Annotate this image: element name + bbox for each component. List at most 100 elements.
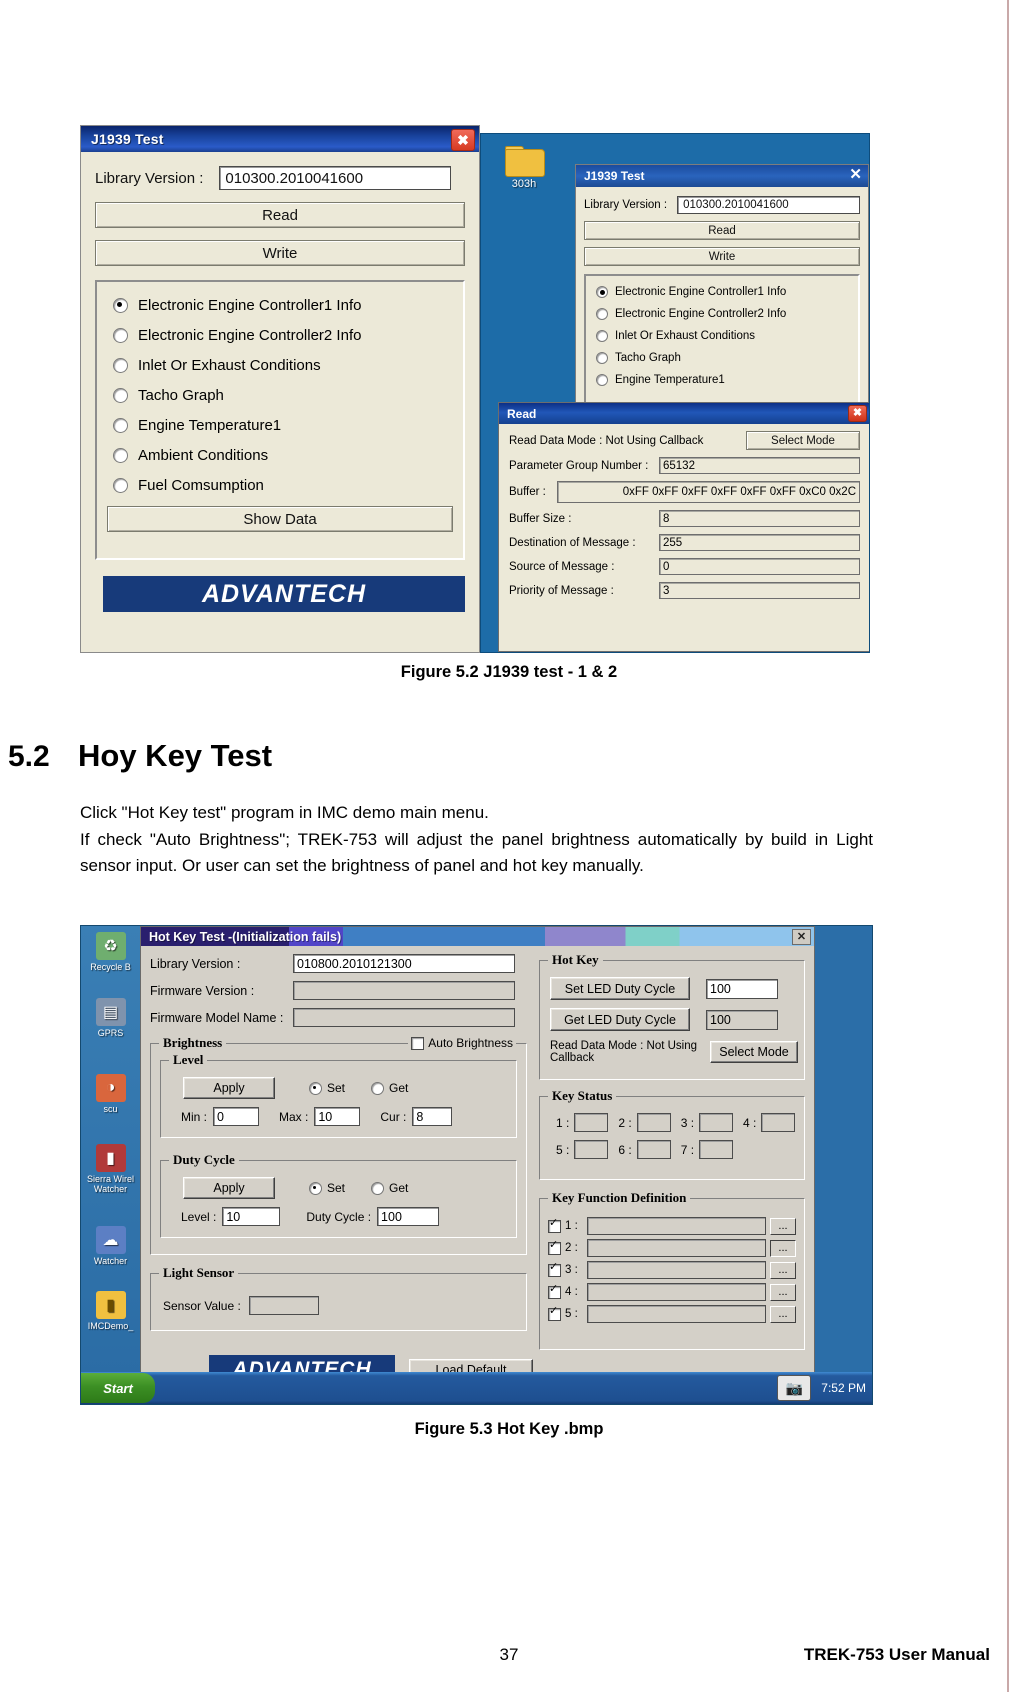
desktop-icon-watcher[interactable]: ☁ Watcher xyxy=(81,1226,140,1266)
key-function-input[interactable] xyxy=(587,1283,766,1301)
firmware-model-input[interactable] xyxy=(293,1008,515,1027)
library-version-input[interactable]: 010800.2010121300 xyxy=(293,954,515,973)
max-input[interactable]: 10 xyxy=(314,1107,361,1126)
option-row[interactable]: Electronic Engine Controller1 Info xyxy=(586,281,858,303)
camera-icon[interactable]: 📷 xyxy=(777,1375,812,1401)
desktop-icon-recycle-bin[interactable]: ♻ Recycle B xyxy=(81,932,140,972)
radio-icon[interactable] xyxy=(596,330,608,342)
option-row[interactable]: Ambient Conditions xyxy=(97,440,463,470)
buffer-input[interactable]: 0xFF 0xFF 0xFF 0xFF 0xFF 0xFF 0xC0 0x2C xyxy=(557,481,860,503)
desktop-icon-scu[interactable]: ◑ scu xyxy=(81,1074,140,1114)
sensor-value-input[interactable] xyxy=(248,1296,319,1315)
cur-input[interactable]: 8 xyxy=(412,1107,453,1126)
level-get-radio[interactable]: Get xyxy=(371,1081,408,1095)
key-function-more-button[interactable]: ... xyxy=(770,1261,796,1279)
level-set-radio[interactable]: Set xyxy=(309,1081,345,1095)
option-row[interactable]: Engine Temperature1 xyxy=(97,410,463,440)
radio-icon[interactable] xyxy=(371,1081,385,1095)
desktop-icon-imcdemo[interactable]: ▮ IMCDemo_ xyxy=(81,1291,140,1331)
read-data-mode-label: Read Data Mode : Not Using Callback xyxy=(550,1040,698,1064)
select-mode-button[interactable]: Select Mode xyxy=(746,431,860,450)
show-data-button[interactable]: Show Data xyxy=(107,506,453,532)
pgn-input[interactable]: 65132 xyxy=(659,457,860,474)
key-function-input[interactable] xyxy=(587,1239,766,1257)
duty-cycle-input[interactable]: 100 xyxy=(377,1207,440,1226)
set-led-duty-cycle-input[interactable]: 100 xyxy=(706,978,778,999)
close-icon[interactable]: ✕ xyxy=(792,929,811,945)
source-input[interactable]: 0 xyxy=(659,558,860,575)
set-led-duty-cycle-button[interactable]: Set LED Duty Cycle xyxy=(550,977,690,1000)
radio-icon[interactable] xyxy=(113,357,128,373)
option-row[interactable]: Fuel Comsumption xyxy=(97,470,463,500)
write-button[interactable]: Write xyxy=(95,240,465,266)
j1939-test-dialog-right: J1939 Test ✕ Library Version : 010300.20… xyxy=(575,164,869,424)
close-icon[interactable]: ✖ xyxy=(848,405,867,422)
level-apply-button[interactable]: Apply xyxy=(183,1077,275,1099)
destination-input[interactable]: 255 xyxy=(659,534,860,551)
radio-icon[interactable] xyxy=(596,374,608,386)
library-version-input[interactable]: 010300.2010041600 xyxy=(677,196,860,214)
checkbox-icon[interactable] xyxy=(548,1262,561,1277)
key-function-more-button[interactable]: ... xyxy=(770,1305,796,1323)
duty-get-radio[interactable]: Get xyxy=(371,1181,408,1195)
library-version-row: Library Version : 010300.2010041600 xyxy=(95,166,465,190)
option-label: Electronic Engine Controller2 Info xyxy=(138,326,362,344)
read-button[interactable]: Read xyxy=(584,221,860,240)
close-icon[interactable]: ✕ xyxy=(849,167,862,182)
icon-label: scu xyxy=(103,1104,118,1114)
desktop-icon-sierra-wireless-watcher[interactable]: ▮ Sierra Wirel Watcher xyxy=(81,1144,140,1194)
checkbox-icon[interactable] xyxy=(548,1284,561,1299)
start-button[interactable]: Start xyxy=(81,1373,155,1403)
checkbox-icon[interactable] xyxy=(548,1240,561,1255)
close-icon[interactable]: ✖ xyxy=(451,129,475,151)
option-row[interactable]: Electronic Engine Controller2 Info xyxy=(586,303,858,325)
radio-icon[interactable] xyxy=(113,327,128,343)
key-function-input[interactable] xyxy=(587,1217,766,1235)
radio-icon[interactable] xyxy=(113,477,128,493)
option-row[interactable]: Inlet Or Exhaust Conditions xyxy=(97,350,463,380)
duty-level-input[interactable]: 10 xyxy=(222,1207,281,1226)
option-row[interactable]: Tacho Graph xyxy=(586,347,858,369)
priority-input[interactable]: 3 xyxy=(659,582,860,599)
library-version-input[interactable]: 010300.2010041600 xyxy=(219,166,452,190)
option-row[interactable]: Electronic Engine Controller1 Info xyxy=(97,290,463,320)
key-function-more-button[interactable]: ... xyxy=(770,1239,796,1257)
get-label: Get xyxy=(389,1181,409,1195)
read-button[interactable]: Read xyxy=(95,202,465,228)
radio-icon[interactable] xyxy=(309,1081,322,1095)
auto-brightness-checkbox[interactable]: Auto Brightness xyxy=(408,1036,516,1050)
icon-label: Sierra Wirel Watcher xyxy=(86,1174,134,1194)
firmware-version-input[interactable] xyxy=(293,981,515,1000)
radio-icon[interactable] xyxy=(113,417,128,433)
write-button[interactable]: Write xyxy=(584,247,860,266)
option-row[interactable]: Engine Temperature1 xyxy=(586,369,858,391)
checkbox-icon[interactable] xyxy=(548,1218,561,1233)
min-input[interactable]: 0 xyxy=(213,1107,260,1126)
desktop-folder-icon-303h[interactable]: 303h xyxy=(491,146,557,190)
option-row[interactable]: Inlet Or Exhaust Conditions xyxy=(586,325,858,347)
desktop-icon-gprs[interactable]: ▤ GPRS xyxy=(81,998,140,1038)
radio-icon[interactable] xyxy=(113,387,128,403)
radio-icon[interactable] xyxy=(596,286,608,298)
radio-icon[interactable] xyxy=(371,1181,385,1195)
key-function-more-button[interactable]: ... xyxy=(770,1283,796,1301)
select-mode-button[interactable]: Select Mode xyxy=(710,1041,798,1063)
key-function-input[interactable] xyxy=(587,1305,766,1323)
checkbox-icon[interactable] xyxy=(548,1306,561,1321)
duty-set-radio[interactable]: Set xyxy=(309,1181,345,1195)
radio-icon[interactable] xyxy=(596,308,608,320)
radio-icon[interactable] xyxy=(596,352,608,364)
option-row[interactable]: Electronic Engine Controller2 Info xyxy=(97,320,463,350)
key-function-more-button[interactable]: ... xyxy=(770,1217,796,1235)
radio-icon[interactable] xyxy=(113,297,128,313)
radio-icon[interactable] xyxy=(309,1181,322,1195)
checkbox-icon[interactable] xyxy=(411,1036,425,1050)
buffer-size-input[interactable]: 8 xyxy=(659,510,860,527)
option-row[interactable]: Tacho Graph xyxy=(97,380,463,410)
get-led-duty-cycle-button[interactable]: Get LED Duty Cycle xyxy=(550,1008,690,1031)
duty-apply-button[interactable]: Apply xyxy=(183,1177,275,1199)
advantech-logo: ADVANTECH xyxy=(103,576,465,612)
key-function-input[interactable] xyxy=(587,1261,766,1279)
radio-icon[interactable] xyxy=(113,447,128,463)
source-label: Source of Message : xyxy=(509,560,615,573)
